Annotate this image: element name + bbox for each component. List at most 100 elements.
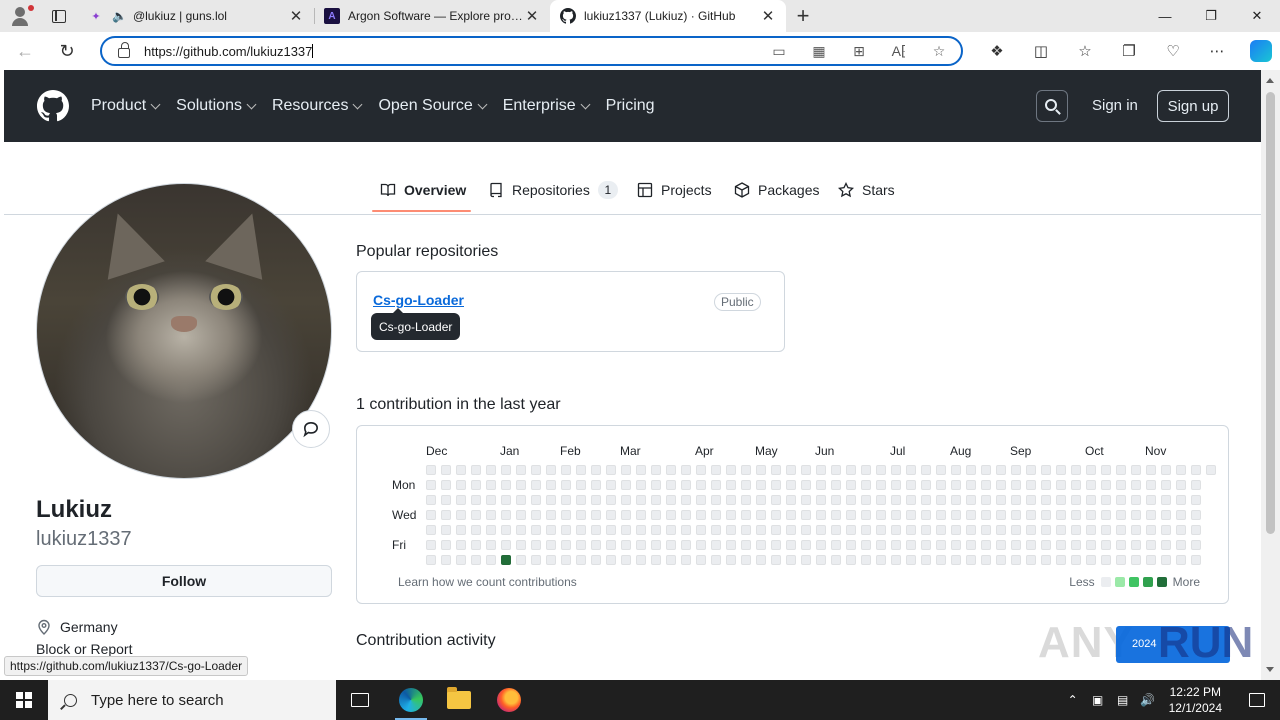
contribution-day[interactable]: [561, 495, 571, 505]
contribution-day[interactable]: [1146, 480, 1156, 490]
contribution-day[interactable]: [786, 495, 796, 505]
contribution-day[interactable]: [471, 495, 481, 505]
clock[interactable]: 12:22 PM 12/1/2024: [1169, 684, 1222, 716]
contribution-day[interactable]: [951, 540, 961, 550]
contribution-day[interactable]: [651, 495, 661, 505]
contribution-day[interactable]: [741, 510, 751, 520]
contribution-day[interactable]: [1101, 555, 1111, 565]
contribution-day[interactable]: [1071, 510, 1081, 520]
contribution-day[interactable]: [951, 495, 961, 505]
contribution-day[interactable]: [1041, 495, 1051, 505]
contribution-day[interactable]: [1131, 510, 1141, 520]
contribution-day[interactable]: [486, 540, 496, 550]
contribution-day[interactable]: [861, 480, 871, 490]
contribution-day[interactable]: [696, 540, 706, 550]
contribution-day[interactable]: [621, 465, 631, 475]
contribution-day[interactable]: [681, 510, 691, 520]
contribution-day[interactable]: [981, 525, 991, 535]
contribution-day[interactable]: [756, 540, 766, 550]
contribution-day[interactable]: [1071, 540, 1081, 550]
contribution-day[interactable]: [786, 480, 796, 490]
contribution-day[interactable]: [921, 555, 931, 565]
contribution-day[interactable]: [1116, 540, 1126, 550]
contribution-day[interactable]: [1011, 465, 1021, 475]
contribution-day[interactable]: [441, 525, 451, 535]
contribution-day[interactable]: [546, 525, 556, 535]
contribution-day[interactable]: [1161, 525, 1171, 535]
contribution-day[interactable]: [1011, 510, 1021, 520]
contribution-day[interactable]: [1101, 525, 1111, 535]
contribution-day[interactable]: [876, 495, 886, 505]
contribution-day[interactable]: [696, 555, 706, 565]
contribution-day[interactable]: [456, 525, 466, 535]
contribution-day[interactable]: [666, 510, 676, 520]
contribution-day[interactable]: [1026, 510, 1036, 520]
contribution-day[interactable]: [441, 555, 451, 565]
contribution-day[interactable]: [936, 525, 946, 535]
contribution-day[interactable]: [441, 465, 451, 475]
contribution-day[interactable]: [426, 510, 436, 520]
contribution-day[interactable]: [636, 555, 646, 565]
settings-more-icon[interactable]: ⋯: [1195, 36, 1239, 66]
contribution-day[interactable]: [876, 465, 886, 475]
contribution-day[interactable]: [726, 480, 736, 490]
contribution-day[interactable]: [951, 480, 961, 490]
contribution-day[interactable]: [546, 480, 556, 490]
browser-tab-guns[interactable]: ✦ 🔈 @lukiuz | guns.lol ✕: [78, 0, 314, 32]
contribution-day[interactable]: [861, 465, 871, 475]
contribution-day[interactable]: [516, 555, 526, 565]
nav-enterprise[interactable]: Enterprise: [503, 97, 591, 115]
contribution-day[interactable]: [1161, 495, 1171, 505]
contribution-day[interactable]: [996, 465, 1006, 475]
contribution-day[interactable]: [741, 480, 751, 490]
contribution-day[interactable]: [816, 495, 826, 505]
contribution-day[interactable]: [471, 465, 481, 475]
tab-repositories[interactable]: Repositories 1: [488, 180, 618, 200]
contribution-day[interactable]: [1176, 540, 1186, 550]
contribution-day[interactable]: [426, 495, 436, 505]
contribution-day[interactable]: [1071, 480, 1081, 490]
contribution-day[interactable]: [1146, 555, 1156, 565]
contribution-day[interactable]: [651, 510, 661, 520]
contribution-day[interactable]: [576, 540, 586, 550]
contribution-day[interactable]: [726, 465, 736, 475]
contribution-day[interactable]: [846, 555, 856, 565]
collections-icon[interactable]: ❐: [1107, 36, 1151, 66]
contribution-day[interactable]: [1056, 555, 1066, 565]
back-button[interactable]: ←: [8, 36, 42, 66]
contribution-day[interactable]: [531, 465, 541, 475]
contribution-day[interactable]: [1086, 510, 1096, 520]
browser-profile-button[interactable]: [0, 0, 40, 32]
contribution-day[interactable]: [876, 510, 886, 520]
contribution-day[interactable]: [1041, 555, 1051, 565]
contribution-day[interactable]: [876, 480, 886, 490]
contribution-day[interactable]: [651, 540, 661, 550]
contribution-day[interactable]: [726, 555, 736, 565]
contribution-day[interactable]: [891, 465, 901, 475]
tab-packages[interactable]: Packages: [734, 180, 819, 200]
contribution-day[interactable]: [1176, 510, 1186, 520]
search-button[interactable]: [1036, 90, 1068, 122]
contribution-day[interactable]: [1176, 495, 1186, 505]
close-tab-icon[interactable]: ✕: [524, 7, 540, 25]
contribution-day[interactable]: [1146, 525, 1156, 535]
contribution-day[interactable]: [546, 465, 556, 475]
contribution-day[interactable]: [1011, 555, 1021, 565]
contribution-day[interactable]: [876, 555, 886, 565]
contribution-day[interactable]: [1191, 465, 1201, 475]
contribution-day[interactable]: [726, 510, 736, 520]
contribution-day[interactable]: [591, 540, 601, 550]
favorite-star-icon[interactable]: ☆: [927, 42, 951, 60]
contribution-day[interactable]: [1131, 555, 1141, 565]
contribution-day[interactable]: [1101, 480, 1111, 490]
contribution-day[interactable]: [756, 555, 766, 565]
contribution-day[interactable]: [801, 525, 811, 535]
contribution-day[interactable]: [696, 480, 706, 490]
contribution-day[interactable]: [966, 555, 976, 565]
contribution-day[interactable]: [1191, 480, 1201, 490]
contribution-day[interactable]: [801, 480, 811, 490]
contribution-day[interactable]: [981, 510, 991, 520]
contribution-day[interactable]: [771, 510, 781, 520]
contribution-day[interactable]: [501, 510, 511, 520]
contribution-day[interactable]: [666, 495, 676, 505]
